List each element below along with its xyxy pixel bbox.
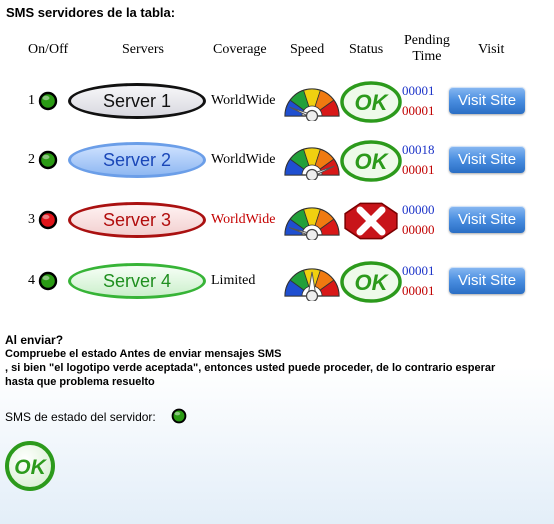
table-row: 3 Server 3 WorldWide 00000 00000 Visit S… — [0, 196, 554, 246]
speed-gauge-icon — [284, 202, 340, 242]
status-led-icon — [38, 91, 58, 111]
row-number: 3 — [28, 212, 35, 227]
pending-time: 00001 00001 — [402, 261, 446, 301]
header-coverage: Coverage — [213, 42, 267, 57]
pending-count-sent: 00001 — [402, 83, 435, 98]
pending-count-sent: 00018 — [402, 142, 435, 157]
note-line-1: Compruebe el estado Antes de enviar mens… — [5, 348, 282, 360]
pending-time: 00001 00001 — [402, 81, 446, 121]
legend-label: SMS de estado del servidor: — [5, 410, 156, 424]
header-visit: Visit — [478, 42, 505, 57]
server-name-3: Server 3 — [68, 202, 206, 238]
note-line-2: , si bien "el logotipo verde aceptada", … — [5, 362, 496, 374]
status-led-icon — [38, 271, 58, 291]
page-title: SMS servidores de la tabla: — [6, 5, 176, 20]
status-error-icon — [340, 200, 402, 242]
status-led-icon — [38, 210, 58, 230]
status-ok-icon: OK — [340, 140, 402, 182]
status-ok-icon: OK — [340, 81, 402, 123]
pending-time: 00000 00000 — [402, 200, 446, 240]
table-row: 2 Server 2 WorldWide OK 00018 00001 Visi… — [0, 136, 554, 186]
speed-gauge-icon — [284, 83, 340, 123]
pending-time: 00018 00001 — [402, 140, 446, 180]
table-row: 4 Server 4 Limited OK 00001 00001 Visit … — [0, 257, 554, 307]
coverage-text: WorldWide — [211, 152, 276, 167]
visit-site-button[interactable]: Visit Site — [449, 146, 525, 173]
server-name-2: Server 2 — [68, 142, 206, 178]
server-name-1: Server 1 — [68, 83, 206, 119]
header-pending-line1: Pending — [404, 33, 450, 48]
coverage-text: WorldWide — [211, 93, 276, 108]
coverage-text: Limited — [211, 273, 256, 288]
pending-count-failed: 00000 — [402, 222, 435, 237]
svg-text:OK: OK — [355, 90, 390, 115]
status-led-icon — [38, 150, 58, 170]
table-row: 1 Server 1 WorldWide OK 00001 00001 Visi… — [0, 77, 554, 127]
row-number: 1 — [28, 93, 35, 108]
ok-logo-icon: OK — [5, 441, 55, 491]
visit-site-button[interactable]: Visit Site — [449, 87, 525, 114]
server-name-4: Server 4 — [68, 263, 206, 299]
svg-text:OK: OK — [355, 270, 390, 295]
pending-count-failed: 00001 — [402, 162, 435, 177]
coverage-text: WorldWide — [211, 212, 276, 227]
header-speed: Speed — [290, 42, 325, 57]
row-number: 4 — [28, 273, 35, 288]
header-onoff: On/Off — [28, 42, 69, 57]
status-ok-icon: OK — [340, 261, 402, 303]
pending-count-sent: 00000 — [402, 202, 435, 217]
pending-count-sent: 00001 — [402, 263, 435, 278]
header-pending-line2: Time — [412, 49, 442, 64]
speed-gauge-icon — [284, 142, 340, 182]
visit-site-button[interactable]: Visit Site — [449, 206, 525, 233]
speed-gauge-icon — [284, 263, 340, 303]
pending-count-failed: 00001 — [402, 103, 435, 118]
row-number: 2 — [28, 152, 35, 167]
pending-count-failed: 00001 — [402, 283, 435, 298]
ok-logo-text: OK — [14, 456, 47, 479]
header-pending: Pending Time — [404, 33, 450, 65]
note-heading: Al enviar? — [5, 333, 64, 347]
note-line-3: hasta que problema resuelto — [5, 376, 155, 388]
header-status: Status — [349, 42, 384, 57]
svg-text:OK: OK — [355, 149, 390, 174]
header-servers: Servers — [122, 42, 164, 57]
legend-led-icon — [171, 408, 187, 424]
visit-site-button[interactable]: Visit Site — [449, 267, 525, 294]
